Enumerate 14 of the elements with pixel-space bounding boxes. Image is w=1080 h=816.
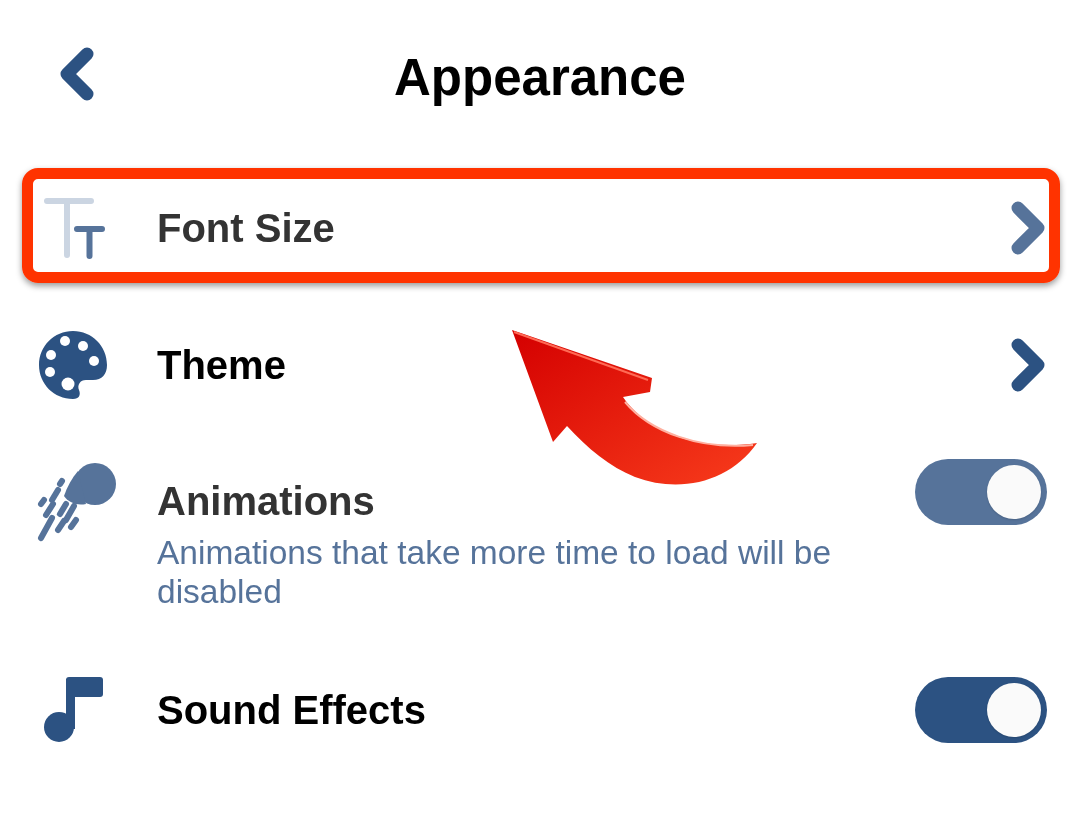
chevron-left-icon — [59, 47, 95, 101]
setting-description: Animations that take more time to load will be disabled — [157, 533, 833, 611]
comet-icon — [36, 460, 116, 544]
setting-title: Theme — [157, 342, 287, 389]
chevron-right-icon[interactable] — [1009, 200, 1047, 256]
page-title: Appearance — [394, 48, 686, 108]
palette-icon — [38, 330, 108, 400]
setting-title: Animations — [157, 478, 376, 525]
text-size-icon — [43, 197, 105, 259]
setting-title: Sound Effects — [157, 687, 427, 734]
setting-title: Font Size — [157, 205, 336, 252]
back-button[interactable] — [59, 47, 95, 101]
chevron-right-icon[interactable] — [1009, 337, 1047, 393]
music-note-icon — [43, 677, 103, 743]
